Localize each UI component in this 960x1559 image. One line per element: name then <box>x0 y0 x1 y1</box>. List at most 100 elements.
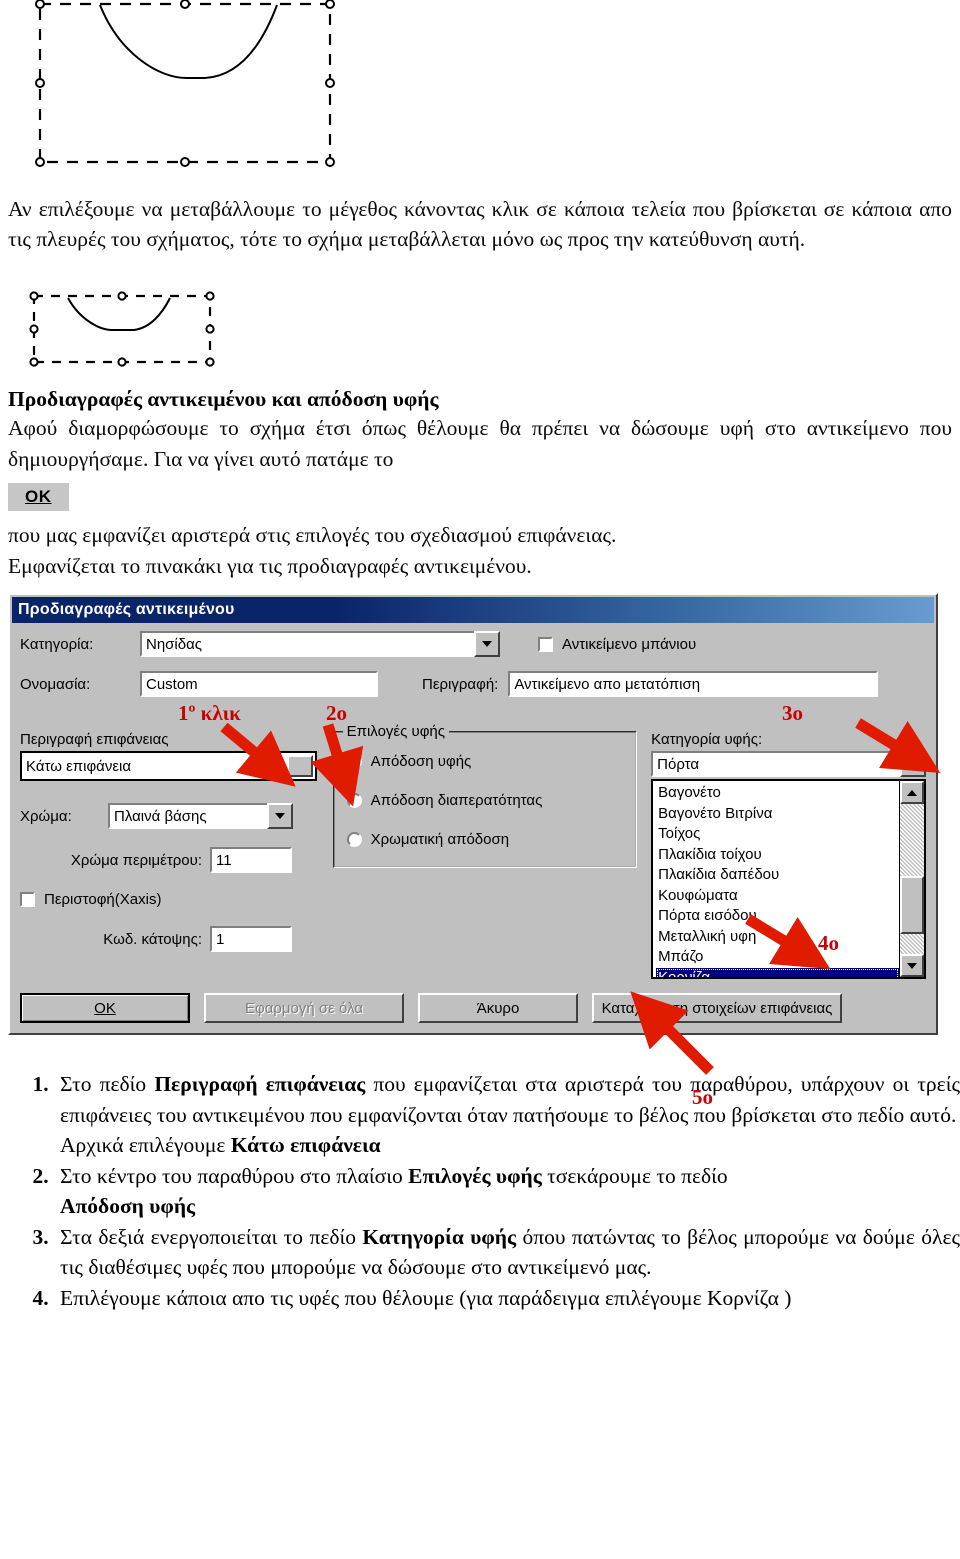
instruction-steps: Στο πεδίο Περιγραφή επιφάνειας που εμφαν… <box>0 1069 960 1313</box>
perimeter-color-label: Χρώμα περιμέτρου: <box>70 851 202 869</box>
step-1-sub-text: Αρχικά επιλέγουμε <box>60 1133 231 1158</box>
plan-code-label: Κωδ. κάτοψης: <box>103 930 202 948</box>
radio-option-color-render[interactable]: Χρωματική απόδοση <box>346 831 626 849</box>
rotation-checkbox[interactable]: Περιστοφή(Xaxis) <box>20 891 317 908</box>
list-item[interactable]: Μεταλλική υφη <box>656 927 899 948</box>
category-combo-chevron-down-icon[interactable] <box>474 631 500 658</box>
description-label: Περιγραφή: <box>422 675 499 693</box>
perimeter-color-input[interactable]: 11 <box>210 847 292 874</box>
step-2-text-b: τσεκάρουμε το πεδίο <box>541 1163 728 1188</box>
surface-description-dropdown-button[interactable] <box>286 755 313 778</box>
bath-object-checkbox[interactable]: Αντικείμενο μπάνιου <box>538 636 696 653</box>
plan-code-row: Κωδ. κάτοψης: 1 <box>20 926 317 953</box>
shape-svg-top <box>35 0 335 167</box>
step-3-bold-a: Κατηγορία υφής <box>362 1224 517 1249</box>
surface-description-value: Κάτω επιφάνεια <box>26 757 132 775</box>
list-item[interactable]: Βαγονέτο Βιτρίνα <box>656 804 899 825</box>
ok-button-graphic-label: OK <box>25 487 52 507</box>
name-label: Ονομασία: <box>20 675 91 693</box>
category-combo[interactable]: Νησίδας <box>140 631 500 658</box>
right-column: Κατηγορία υφής: Πόρτα Βαγονέτο Βαγονέτο … <box>651 731 926 980</box>
color-combo-chevron-down-icon[interactable] <box>267 803 293 830</box>
ok-button-graphic[interactable]: OK <box>8 483 69 512</box>
surface-description-combo[interactable]: Κάτω επιφάνεια <box>20 751 317 782</box>
ok-button-label: OK <box>94 999 116 1017</box>
texture-options-group: Επιλογές υφής Απόδοση υφής Απόδοση διαπε… <box>332 723 638 869</box>
step-2: Στο κέντρο του παραθύρου στο πλαίσιο Επι… <box>54 1161 960 1222</box>
name-description-row: Ονομασία: Custom Περιγραφή: Αντικείμενο … <box>20 671 926 698</box>
dialog-columns: Περιγραφή επιφάνειας Κάτω επιφάνεια Χρώμ… <box>20 723 926 980</box>
color-value[interactable]: Πλαινά βάσης <box>108 803 267 830</box>
color-row: Χρώμα: Πλαινά βάσης <box>20 803 317 830</box>
name-input[interactable]: Custom <box>140 671 378 698</box>
texture-category-chevron-down-icon[interactable] <box>900 751 926 778</box>
list-item[interactable]: Κουφώματα <box>656 886 899 907</box>
category-row: Κατηγορία: Νησίδας Αντικείμενο μπάνιου <box>20 631 926 658</box>
texture-category-value[interactable]: Πόρτα <box>651 751 900 778</box>
step-1-bold-a: Περιγραφή επιφάνειας <box>154 1072 366 1097</box>
radio-label-texture-render: Απόδοση υφής <box>370 753 472 771</box>
object-specifications-dialog[interactable]: Προδιαγραφές αντικειμένου Κατηγορία: Νησ… <box>8 593 938 1036</box>
description-input[interactable]: Αντικείμενο απο μετατόπιση <box>508 671 879 698</box>
surface-description-label: Περιγραφή επιφάνειας <box>20 731 169 749</box>
radio-icon-transparency-render[interactable] <box>346 793 362 809</box>
dialog-title: Προδιαγραφές αντικειμένου <box>18 601 235 619</box>
dialog-titlebar: Προδιαγραφές αντικειμένου <box>12 597 934 624</box>
texture-category-combo[interactable]: Πόρτα <box>651 751 926 778</box>
apply-all-button[interactable]: Εφαρμογή σε όλα <box>204 993 404 1024</box>
plan-code-input[interactable]: 1 <box>210 926 292 953</box>
color-combo[interactable]: Πλαινά βάσης <box>108 803 293 830</box>
dialog-body: Κατηγορία: Νησίδας Αντικείμενο μπάνιου Ο… <box>10 623 936 1033</box>
scroll-up-icon[interactable] <box>900 781 924 805</box>
cancel-button-label: Άκυρο <box>476 999 520 1017</box>
apply-all-button-label: Εφαρμογή σε όλα <box>244 999 364 1017</box>
register-surface-button[interactable]: Καταχώρηση στοιχείων επιφάνειας <box>592 993 842 1024</box>
intro-paragraph: Αν επιλέξουμε να μεταβάλλουμε το μέγεθος… <box>8 196 952 252</box>
color-label: Χρώμα: <box>20 807 72 825</box>
step-1-substep: Αρχικά επιλέγουμε Κάτω επιφάνεια <box>60 1130 960 1161</box>
section-intro-text: Αφού διαμορφώσουμε το σχήμα έτσι όπως θέ… <box>8 416 952 471</box>
checkbox-icon-rotation[interactable] <box>20 892 35 908</box>
step-2-bold-b: Απόδοση υφής <box>60 1194 196 1219</box>
texture-listbox[interactable]: Βαγονέτο Βαγονέτο Βιτρίνα Τοίχος Πλακίδι… <box>651 779 926 980</box>
step-2-bold-a: Επιλογές υφής <box>408 1163 542 1188</box>
section-title: Προδιαγραφές αντικειμένου και απόδοση υφ… <box>8 387 439 412</box>
ok-button[interactable]: OK <box>20 993 190 1024</box>
step-4: Επιλέγουμε κάποια απο τις υφές που θέλου… <box>54 1283 960 1314</box>
radio-label-color-render: Χρωματική απόδοση <box>370 831 510 849</box>
step-1: Στο πεδίο Περιγραφή επιφάνειας που εμφαν… <box>54 1069 960 1161</box>
checkbox-icon-bath-object[interactable] <box>538 636 553 652</box>
step-3: Στα δεξιά ενεργοποιείται το πεδίο Κατηγο… <box>54 1222 960 1283</box>
texture-category-label: Κατηγορία υφής: <box>651 731 763 749</box>
radio-option-texture-render[interactable]: Απόδοση υφής <box>346 753 626 771</box>
radio-option-transparency-render[interactable]: Απόδοση διαπερατότητας <box>346 792 626 810</box>
radio-icon-color-render[interactable] <box>346 832 362 848</box>
list-item[interactable]: Πλακίδια τοίχου <box>656 845 899 866</box>
left-column: Περιγραφή επιφάνειας Κάτω επιφάνεια Χρώμ… <box>20 731 317 953</box>
step-1-text-a: Στο πεδίο <box>60 1072 155 1097</box>
step-1-sub-bold: Κάτω επιφάνεια <box>230 1133 381 1158</box>
list-item[interactable]: Βαγονέτο <box>656 783 899 804</box>
list-item[interactable]: Πόρτα εισόδου <box>656 906 899 927</box>
register-surface-button-label: Καταχώρηση στοιχείων επιφάνειας <box>601 999 833 1017</box>
texture-options-legend: Επιλογές υφής <box>342 723 449 741</box>
category-value[interactable]: Νησίδας <box>140 631 474 658</box>
shape-svg-resized <box>29 291 215 367</box>
selected-shape-graphic-resized <box>0 276 960 381</box>
step-3-text-a: Στα δεξιά ενεργοποιείται το πεδίο <box>60 1224 363 1249</box>
texture-list-scrollbar[interactable] <box>899 781 924 978</box>
list-item[interactable]: Τοίχος <box>656 824 899 845</box>
step-2-text-a: Στο κέντρο του παραθύρου στο πλαίσιο <box>60 1163 409 1188</box>
scroll-down-icon[interactable] <box>900 954 924 978</box>
list-item-selected[interactable]: Κορνίζα <box>656 967 899 978</box>
selected-shape-graphic-top <box>0 0 960 172</box>
list-item[interactable]: Μπάζο <box>656 947 899 968</box>
scrollbar-track[interactable] <box>900 804 924 955</box>
radio-icon-texture-render[interactable] <box>346 754 362 770</box>
radio-label-transparency-render: Απόδοση διαπερατότητας <box>370 792 543 810</box>
section-text-after-2: Εμφανίζεται το πινακάκι για τις προδιαγρ… <box>8 553 532 578</box>
cancel-button[interactable]: Άκυρο <box>418 993 578 1024</box>
texture-list-items: Βαγονέτο Βαγονέτο Βιτρίνα Τοίχος Πλακίδι… <box>653 781 899 978</box>
scrollbar-thumb[interactable] <box>900 876 924 935</box>
list-item[interactable]: Πλακίδια δαπέδου <box>656 865 899 886</box>
